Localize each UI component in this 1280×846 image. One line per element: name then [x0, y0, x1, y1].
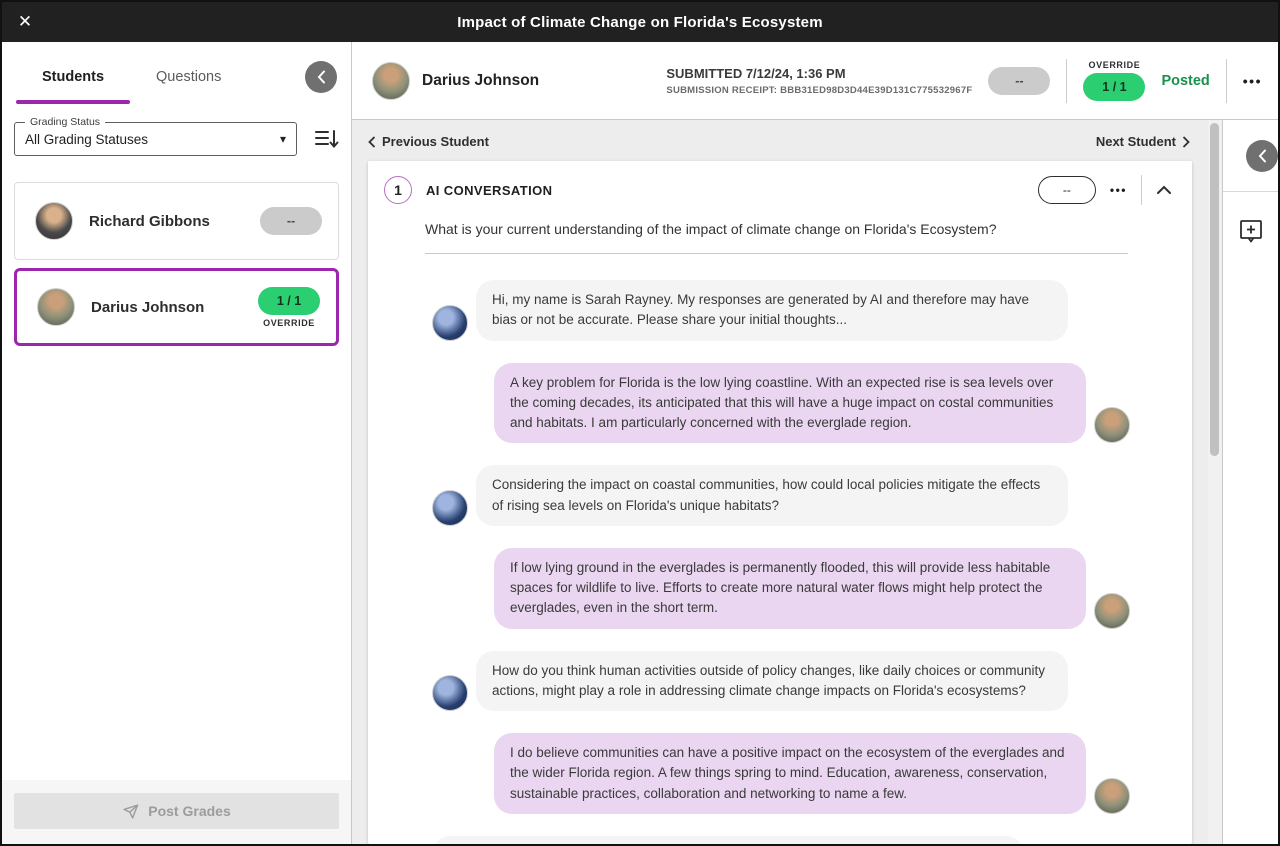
student-name: Richard Gibbons [89, 213, 210, 230]
tab-students[interactable]: Students [16, 50, 130, 104]
post-grades-label: Post Grades [148, 803, 230, 819]
sidebar-collapse-button[interactable] [305, 61, 337, 93]
chevron-left-icon [1258, 149, 1267, 163]
submitted-timestamp: SUBMITTED 7/12/24, 1:36 PM [666, 66, 972, 81]
collapse-question-button[interactable] [1156, 184, 1172, 196]
chevron-left-icon [317, 70, 326, 84]
app-window: ✕ Impact of Climate Change on Florida's … [0, 0, 1280, 846]
student-list: Richard Gibbons -- Darius Johnson 1 / 1 … [2, 170, 351, 780]
grading-status-select[interactable]: Grading Status All Grading Statuses ▾ [14, 122, 297, 156]
students-sidebar: Students Questions Grading Status All Gr… [2, 42, 352, 844]
vertical-scrollbar[interactable] [1208, 120, 1222, 844]
sidebar-controls: Grading Status All Grading Statuses ▾ [2, 112, 351, 170]
divider [1066, 59, 1067, 103]
avatar [37, 288, 75, 326]
grade-pill: -- [260, 207, 322, 235]
question-grade-pill[interactable]: -- [1038, 176, 1096, 204]
submission-info: SUBMITTED 7/12/24, 1:36 PM SUBMISSION RE… [666, 66, 972, 96]
student-avatar [1094, 407, 1130, 443]
message-row: How do you think human activities outsid… [432, 651, 1130, 712]
divider [1226, 59, 1227, 103]
ai-message-bubble [432, 836, 1024, 844]
posted-status: Posted [1161, 73, 1209, 89]
right-rail [1222, 120, 1278, 844]
override-label: OVERRIDE [263, 318, 315, 328]
avatar [372, 62, 410, 100]
student-row-richard-gibbons[interactable]: Richard Gibbons -- [14, 182, 339, 260]
sort-icon [313, 127, 339, 151]
header-more-options-icon[interactable]: ••• [1243, 73, 1262, 89]
submission-header: Darius Johnson SUBMITTED 7/12/24, 1:36 P… [352, 42, 1278, 120]
main-panel: Darius Johnson SUBMITTED 7/12/24, 1:36 P… [352, 42, 1278, 844]
grade-pill: 1 / 1 [258, 287, 320, 315]
send-icon [122, 803, 139, 820]
question-card-header: 1 AI CONVERSATION -- ••• [368, 161, 1192, 205]
grading-status-value: All Grading Statuses [25, 132, 148, 147]
student-navigation: Previous Student Next Student [352, 120, 1208, 161]
student-name: Darius Johnson [91, 299, 204, 316]
next-student-button[interactable]: Next Student [1096, 134, 1190, 149]
student-avatar [1094, 778, 1130, 814]
chevron-up-icon [1156, 184, 1172, 196]
grading-status-label: Grading Status [25, 116, 105, 128]
add-annotation-icon [1238, 218, 1264, 244]
top-bar: ✕ Impact of Climate Change on Florida's … [2, 2, 1278, 42]
ai-message-bubble: How do you think human activities outsid… [476, 651, 1068, 712]
submission-receipt: SUBMISSION RECEIPT: BBB31ED98D3D44E39D13… [666, 85, 972, 96]
question-number: 1 [384, 176, 412, 204]
message-row: Considering the impact on coastal commun… [432, 465, 1130, 526]
student-message-bubble: If low lying ground in the everglades is… [494, 548, 1086, 629]
post-grades-button[interactable]: Post Grades [14, 793, 339, 829]
override-grade-pill[interactable]: 1 / 1 [1083, 73, 1145, 101]
question-more-options-icon[interactable]: ••• [1110, 183, 1127, 197]
chevron-right-icon [1182, 136, 1190, 148]
add-feedback-button[interactable] [1238, 218, 1264, 247]
ai-avatar [432, 305, 468, 341]
close-icon[interactable]: ✕ [12, 9, 38, 35]
body: Students Questions Grading Status All Gr… [2, 42, 1278, 844]
sidebar-footer: Post Grades [2, 780, 351, 844]
student-name-heading: Darius Johnson [422, 72, 539, 90]
sidebar-tabs: Students Questions [2, 42, 351, 112]
sort-button[interactable] [313, 127, 339, 151]
question-type-label: AI CONVERSATION [426, 183, 552, 198]
student-message-bubble: A key problem for Florida is the low lyi… [494, 363, 1086, 444]
attempt-grade-pill[interactable]: -- [988, 67, 1050, 95]
question-prompt: What is your current understanding of th… [425, 221, 1168, 237]
ai-message-bubble: Hi, my name is Sarah Rayney. My response… [476, 280, 1068, 341]
message-row: A key problem for Florida is the low lyi… [432, 363, 1130, 444]
student-avatar [1094, 593, 1130, 629]
message-row: I do believe communities can have a posi… [432, 733, 1130, 814]
ai-avatar [432, 490, 468, 526]
student-message-bubble: I do believe communities can have a posi… [494, 733, 1086, 814]
message-row: If low lying ground in the everglades is… [432, 548, 1130, 629]
student-row-darius-johnson[interactable]: Darius Johnson 1 / 1 OVERRIDE [14, 268, 339, 346]
previous-student-button[interactable]: Previous Student [368, 134, 489, 149]
chevron-left-icon [368, 136, 376, 148]
question-card: 1 AI CONVERSATION -- ••• Wha [368, 161, 1192, 844]
scrollbar-thumb[interactable] [1210, 123, 1219, 456]
attempt-content: Previous Student Next Student 1 AI CONVE… [352, 120, 1208, 844]
ai-conversation-transcript: Hi, my name is Sarah Rayney. My response… [368, 254, 1192, 844]
avatar [35, 202, 73, 240]
ai-avatar [432, 675, 468, 711]
chevron-down-icon: ▾ [280, 132, 286, 146]
ai-message-bubble: Considering the impact on coastal commun… [476, 465, 1068, 526]
tab-questions[interactable]: Questions [130, 50, 247, 104]
divider [1141, 175, 1142, 205]
override-label: OVERRIDE [1089, 60, 1141, 70]
message-row [432, 836, 1130, 844]
page-title: Impact of Climate Change on Florida's Ec… [2, 14, 1278, 31]
rail-collapse-button[interactable] [1246, 140, 1278, 172]
message-row: Hi, my name is Sarah Rayney. My response… [432, 280, 1130, 341]
